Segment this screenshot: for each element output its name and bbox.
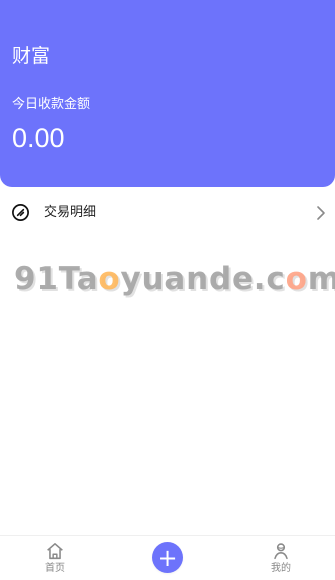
app-page: 财富 今日收款金额 0.00 交易明细 91Taoyuande.com 首页 我… <box>0 0 335 580</box>
watermark-o-2: o <box>285 261 308 297</box>
tab-me[interactable]: 我的 <box>251 540 311 578</box>
wealth-header: 财富 今日收款金额 0.00 <box>0 0 335 187</box>
page-title: 财富 <box>12 45 51 67</box>
transaction-detail-row[interactable]: 交易明细 <box>0 193 335 233</box>
site-watermark: 91Taoyuande.com <box>14 261 335 297</box>
chevron-right-icon <box>317 206 325 220</box>
user-icon <box>274 543 288 560</box>
add-button[interactable]: + <box>152 542 183 573</box>
watermark-part-3: m <box>307 261 335 297</box>
circle-slash-icon <box>12 204 29 221</box>
plus-icon: + <box>157 543 178 572</box>
today-income-label: 今日收款金额 <box>12 97 91 112</box>
home-icon <box>47 543 63 560</box>
transaction-detail-label: 交易明细 <box>44 205 97 220</box>
tab-home-label: 首页 <box>45 563 65 574</box>
watermark-part-1: 91Ta <box>14 261 99 297</box>
watermark-part-2: yuande.c <box>120 261 286 297</box>
tab-home[interactable]: 首页 <box>25 540 85 578</box>
tab-me-label: 我的 <box>271 563 291 574</box>
watermark-o-1: o <box>98 261 121 297</box>
today-income-amount: 0.00 <box>12 123 65 153</box>
